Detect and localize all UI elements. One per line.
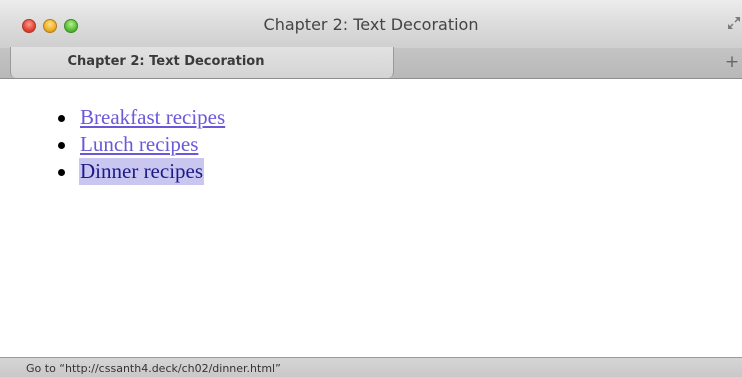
lunch-recipes-link[interactable]: Lunch recipes — [80, 131, 198, 158]
bullet-icon — [58, 142, 65, 149]
tab-chapter-2[interactable]: Chapter 2: Text Decoration — [10, 47, 394, 78]
dinner-recipes-link[interactable]: Dinner recipes — [79, 158, 205, 185]
fullscreen-icon[interactable] — [726, 15, 742, 31]
bullet-icon — [58, 115, 65, 122]
zoom-window-button[interactable] — [64, 19, 78, 33]
status-text: Go to “http://cssanth4.deck/ch02/dinner.… — [26, 362, 281, 375]
tab-bar: Chapter 2: Text Decoration + — [0, 47, 742, 79]
minimize-window-button[interactable] — [43, 19, 57, 33]
title-bar: Chapter 2: Text Decoration — [0, 0, 742, 49]
window-title: Chapter 2: Text Decoration — [263, 15, 479, 34]
breakfast-recipes-link[interactable]: Breakfast recipes — [80, 104, 225, 131]
new-tab-button[interactable]: + — [724, 53, 740, 71]
bullet-icon — [58, 169, 65, 176]
page-content: Breakfast recipes Lunch recipes Dinner r… — [0, 79, 742, 357]
status-bar: Go to “http://cssanth4.deck/ch02/dinner.… — [0, 357, 742, 377]
browser-window: Chapter 2: Text Decoration Chapter 2: Te… — [0, 0, 742, 377]
close-window-button[interactable] — [22, 19, 36, 33]
tab-label: Chapter 2: Text Decoration — [67, 54, 265, 69]
